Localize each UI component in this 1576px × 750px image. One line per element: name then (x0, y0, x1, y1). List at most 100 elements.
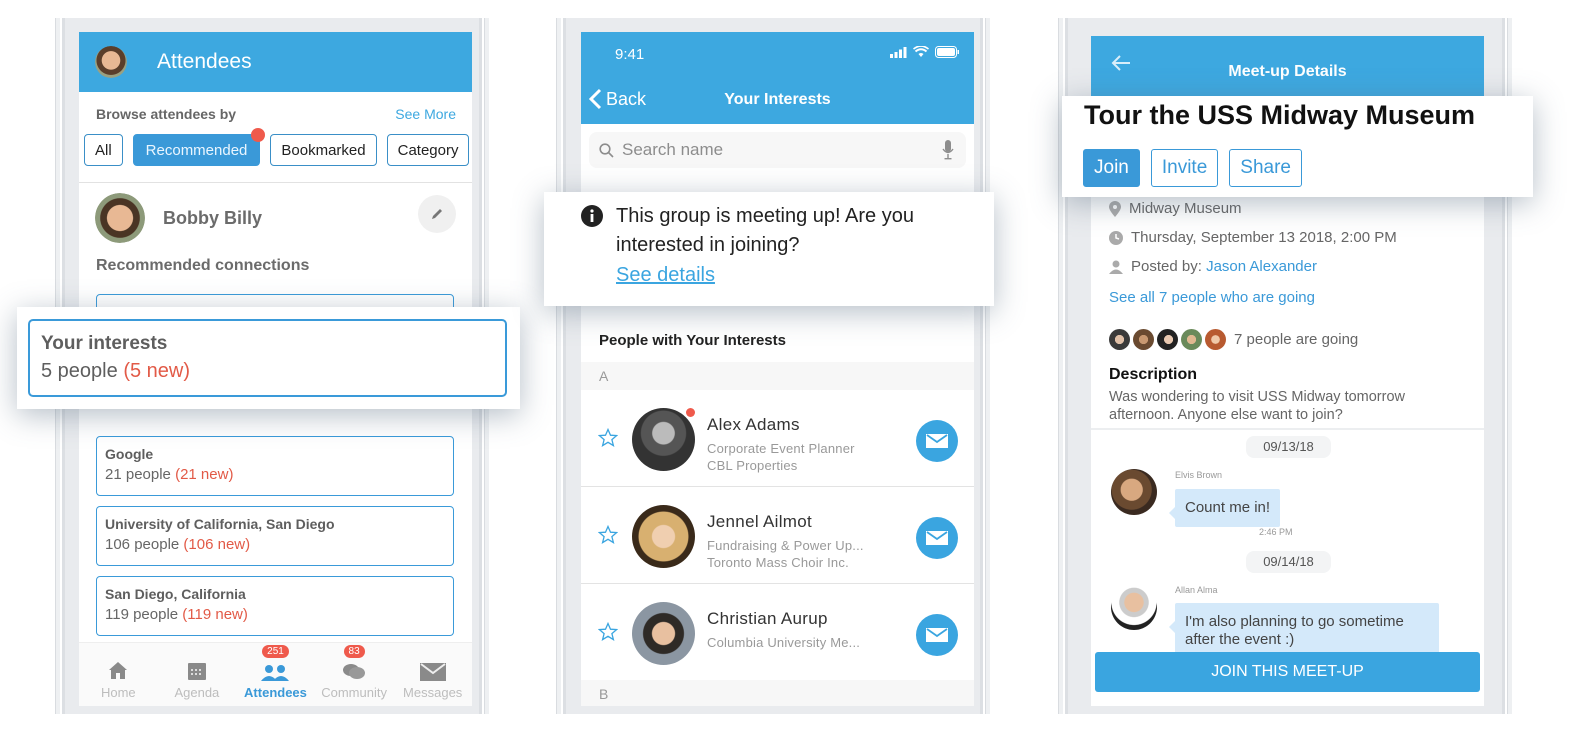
status-icons (890, 46, 960, 58)
datetime-line: Thursday, September 13 2018, 2:00 PM (1109, 229, 1397, 246)
tab-home[interactable]: Home (79, 643, 158, 706)
search-icon (599, 142, 614, 158)
star-icon[interactable] (598, 622, 618, 642)
interests-phone: 9:41 Back Your Interests People with You… (556, 18, 990, 714)
chat-bubble: Count me in! (1168, 489, 1281, 527)
posted-by-line: Posted by: Jason Alexander (1109, 258, 1317, 275)
share-button[interactable]: Share (1229, 149, 1302, 187)
your-interests-card[interactable]: Your interests 5 people (5 new) (28, 319, 507, 397)
notification-dot (251, 128, 266, 142)
envelope-icon (926, 434, 948, 448)
profile-avatar (95, 193, 145, 243)
goer-avatar (1133, 329, 1154, 350)
filter-recommended[interactable]: Recommended (132, 128, 266, 166)
group-count: 119 people (119 new) (105, 606, 248, 623)
goer-avatar (1205, 329, 1226, 350)
see-details-link[interactable]: See details (616, 264, 715, 287)
tab-community[interactable]: 83 Community (315, 643, 394, 706)
person-row[interactable]: Alex Adams Corporate Event Planner CBL Pr… (581, 390, 974, 487)
message-button[interactable] (916, 614, 958, 656)
map-pin-icon (1109, 200, 1121, 217)
chat-bubbles-icon (343, 664, 366, 679)
search-input[interactable] (622, 140, 912, 160)
group-card-google[interactable]: Google 21 people (21 new) (96, 436, 454, 496)
tab-attendees[interactable]: 251 Attendees (236, 643, 315, 706)
person-avatar (632, 408, 695, 471)
edit-profile-button[interactable] (418, 195, 456, 233)
meetup-title-callout: Tour the USS Midway Museum Join Invite S… (1062, 96, 1533, 197)
see-all-going-link[interactable]: See all 7 people who are going (1109, 289, 1315, 306)
group-count: 106 people (106 new) (105, 536, 251, 553)
filter-chips: All Recommended Bookmarked Category (79, 122, 472, 166)
going-count: 7 people are going (1234, 331, 1359, 348)
message-button[interactable] (916, 517, 958, 559)
person-details: Corporate Event Planner CBL Properties (707, 441, 855, 473)
see-more-link[interactable]: See More (395, 106, 456, 122)
person-details: Fundraising & Power Up... Toronto Mass Ch… (707, 538, 864, 570)
person-row[interactable]: Jennel Ailmot Fundraising & Power Up... T… (581, 487, 974, 584)
people-icon (261, 665, 290, 681)
star-icon[interactable] (598, 525, 618, 545)
group-card-ucsd[interactable]: University of California, San Diego 106 … (96, 506, 454, 566)
person-avatar (632, 602, 695, 665)
page-title: Meet-up Details (1228, 63, 1347, 80)
bottom-tab-bar: Home Agenda 251 Attendees 83 Community M… (79, 642, 472, 706)
meetup-notice-callout: This group is meeting up! Are you intere… (544, 192, 994, 306)
filter-all[interactable]: All (84, 134, 123, 166)
star-icon[interactable] (598, 428, 618, 448)
datetime-text: Thursday, September 13 2018, 2:00 PM (1131, 229, 1397, 246)
goer-avatar (1181, 329, 1202, 350)
section-header-a: A (581, 362, 974, 390)
tab-label: Home (100, 685, 136, 700)
sender-avatar (1111, 584, 1157, 630)
signal-icon (890, 46, 907, 58)
page-title: Attendees (157, 50, 252, 73)
meetup-title: Tour the USS Midway Museum (1084, 100, 1476, 130)
attendees-badge: 251 (262, 645, 289, 658)
battery-icon (935, 46, 959, 58)
microphone-icon[interactable] (942, 140, 954, 160)
divider (1091, 428, 1484, 430)
location-line: Midway Museum (1109, 200, 1242, 217)
browse-label: Browse attendees by (96, 106, 237, 122)
invite-button[interactable]: Invite (1150, 149, 1219, 187)
clock-icon (1109, 230, 1123, 245)
tab-label: Messages (403, 685, 463, 700)
attendee-avatars[interactable]: 7 people are going (1109, 329, 1358, 350)
envelope-icon (926, 628, 948, 642)
browse-row: Browse attendees by See More (79, 92, 472, 122)
wifi-icon (913, 46, 929, 57)
message-button[interactable] (916, 420, 958, 462)
message-time: 2:46 PM (1259, 527, 1293, 537)
join-button[interactable]: Join (1083, 149, 1140, 187)
tab-label: Community (321, 685, 387, 700)
user-avatar[interactable] (95, 46, 127, 78)
tab-messages[interactable]: Messages (393, 643, 472, 706)
interests-header: 9:41 Back Your Interests (581, 32, 974, 124)
envelope-icon (926, 531, 948, 545)
tab-label: Attendees (244, 685, 307, 700)
online-indicator (686, 408, 695, 417)
filter-category[interactable]: Category (386, 134, 470, 166)
tab-agenda[interactable]: Agenda (158, 643, 237, 706)
profile-name: Bobby Billy (163, 207, 263, 228)
callout-title: Your interests (41, 333, 168, 354)
calendar-icon (187, 663, 206, 680)
filter-bookmarked[interactable]: Bookmarked (270, 134, 377, 166)
description-body: Was wondering to visit USS Midway tomorr… (1109, 389, 1405, 423)
callout-count: 5 people (5 new) (41, 360, 191, 382)
sender-name: Allan Alma (1175, 585, 1218, 595)
meetup-notice-text: This group is meeting up! Are you intere… (616, 205, 914, 256)
posted-by-link[interactable]: Jason Alexander (1206, 258, 1317, 275)
filter-label: Recommended (145, 141, 248, 159)
join-meetup-button[interactable]: JOIN THIS MEET-UP (1095, 652, 1480, 692)
group-card-san-diego[interactable]: San Diego, California 119 people (119 ne… (96, 576, 454, 636)
your-interests-callout: Your interests 5 people (5 new) (17, 307, 520, 409)
date-separator: 09/13/18 (1246, 436, 1331, 458)
info-icon (581, 205, 603, 227)
page-title: Your Interests (724, 91, 831, 108)
sender-avatar (1111, 469, 1157, 515)
location-text: Midway Museum (1129, 200, 1242, 217)
person-row[interactable]: Christian Aurup Columbia University Me..… (581, 584, 974, 681)
home-icon (109, 662, 128, 679)
